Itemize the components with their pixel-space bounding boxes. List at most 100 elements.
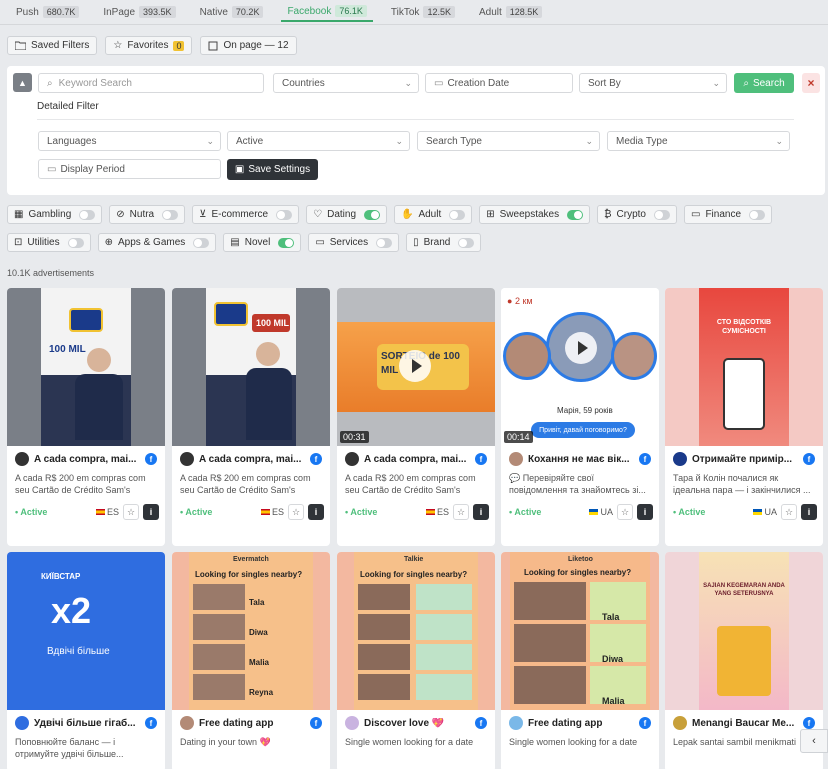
ad-description: Single women looking for a date bbox=[345, 737, 474, 747]
category-adult[interactable]: ✋ Adult bbox=[394, 205, 473, 224]
category-finance[interactable]: ▭ Finance bbox=[683, 205, 773, 224]
ad-title[interactable]: Free dating app bbox=[528, 718, 634, 729]
info-button[interactable]: i bbox=[143, 504, 159, 520]
favorite-button[interactable]: ☆ bbox=[123, 504, 139, 520]
category-gambling[interactable]: ▦ Gambling bbox=[7, 205, 103, 224]
tab-adult[interactable]: Adult 128.5K bbox=[473, 3, 548, 21]
info-button[interactable]: i bbox=[308, 504, 324, 520]
ad-creative[interactable]: SORTEIO de 100 MIL 00:31 bbox=[337, 288, 495, 446]
toggle-switch[interactable] bbox=[749, 209, 766, 220]
category-nutra[interactable]: ⊘ Nutra bbox=[109, 205, 186, 224]
geo-label: UA bbox=[589, 507, 613, 517]
status-badge: • Active bbox=[509, 507, 542, 517]
creative-image: 100 MIL bbox=[41, 288, 131, 446]
toggle-switch[interactable] bbox=[449, 209, 466, 220]
toggle-switch[interactable] bbox=[653, 209, 670, 220]
book-icon: ▤ bbox=[230, 237, 240, 248]
ad-title[interactable]: A cada compra, mai... bbox=[199, 454, 305, 465]
category-services[interactable]: ▭ Services bbox=[308, 233, 400, 252]
collapse-filter-button[interactable]: ▲ bbox=[13, 73, 32, 92]
category-utilities[interactable]: ⊡ Utilities bbox=[7, 233, 91, 252]
ad-card[interactable]: ● 2 км Марія, 59 років Привіт, давай пог… bbox=[501, 288, 659, 546]
countries-select[interactable]: Countries ⌄ bbox=[273, 73, 419, 93]
ad-creative[interactable]: 100 MIL bbox=[172, 288, 330, 446]
tab-tiktok[interactable]: TikTok 12.5K bbox=[385, 3, 461, 21]
ad-card[interactable]: 100 MIL A cada compra, mai... f A cada R… bbox=[7, 288, 165, 546]
category-novel[interactable]: ▤ Novel bbox=[223, 233, 302, 252]
geo-label: ES bbox=[260, 507, 284, 517]
ad-creative[interactable]: Talkie Looking for singles nearby? bbox=[337, 552, 495, 710]
ad-title[interactable]: A cada compra, mai... bbox=[364, 454, 470, 465]
search-button[interactable]: ⌕ Search bbox=[734, 73, 794, 93]
ad-creative[interactable]: 100 MIL bbox=[7, 288, 165, 446]
info-button[interactable]: i bbox=[473, 504, 489, 520]
ad-title[interactable]: Free dating app bbox=[199, 718, 305, 729]
tab-push[interactable]: Push 680.7K bbox=[10, 3, 85, 21]
toggle-switch[interactable] bbox=[278, 237, 295, 248]
toggle-switch[interactable] bbox=[567, 209, 584, 220]
display-period-input[interactable]: ▭ Display Period bbox=[38, 159, 221, 179]
toggle-switch[interactable] bbox=[364, 209, 380, 220]
favorites-button[interactable]: ☆ Favorites 0 bbox=[105, 36, 193, 55]
favorite-button[interactable]: ☆ bbox=[288, 504, 304, 520]
ad-footer: • Active ES ☆ i bbox=[337, 498, 495, 526]
ad-title[interactable]: Menangi Baucar Me... bbox=[692, 718, 798, 729]
category-brand[interactable]: ▯ Brand bbox=[406, 233, 482, 252]
play-button[interactable] bbox=[399, 350, 431, 382]
info-icon: i bbox=[314, 507, 318, 517]
ad-creative[interactable]: СТО ВІДСОТКІВ СУМІСНОСТІ bbox=[665, 288, 823, 446]
ad-card[interactable]: СТО ВІДСОТКІВ СУМІСНОСТІ Отримайте примі… bbox=[665, 288, 823, 546]
tab-facebook[interactable]: Facebook 76.1K bbox=[281, 2, 373, 22]
category-apps-games[interactable]: ⊕ Apps & Games bbox=[97, 233, 217, 252]
ad-card[interactable]: Evermatch Looking for singles nearby? Ta… bbox=[172, 552, 330, 769]
search-type-select[interactable]: Search Type ⌄ bbox=[417, 131, 600, 151]
ad-creative[interactable]: КИЇВСТАР x2 Вдвічі більше bbox=[7, 552, 165, 710]
ad-card[interactable]: 100 MIL A cada compra, mai... f A cada R… bbox=[172, 288, 330, 546]
category-ecommerce[interactable]: ⊻ E-commerce bbox=[192, 205, 300, 224]
toggle-switch[interactable] bbox=[162, 209, 179, 220]
ad-creative[interactable]: SAJIAN KEGEMARAN ANDA YANG SETERUSNYA bbox=[665, 552, 823, 710]
favorite-button[interactable]: ☆ bbox=[453, 504, 469, 520]
close-filter-button[interactable]: × bbox=[802, 73, 820, 93]
ad-title[interactable]: Discover love 💖 bbox=[364, 718, 470, 729]
ad-card[interactable]: Talkie Looking for singles nearby? Disco… bbox=[337, 552, 495, 769]
on-page-select[interactable]: On page — 12 bbox=[200, 36, 297, 55]
ad-card[interactable]: КИЇВСТАР x2 Вдвічі більше Удвічі більше … bbox=[7, 552, 165, 769]
save-settings-button[interactable]: ▣ Save Settings bbox=[227, 159, 318, 180]
play-button[interactable] bbox=[565, 332, 597, 364]
category-sweepstakes[interactable]: ⊞ Sweepstakes bbox=[479, 205, 591, 224]
info-button[interactable]: i bbox=[801, 504, 817, 520]
toggle-switch[interactable] bbox=[458, 237, 475, 248]
keyword-search-input[interactable]: ⌕ Keyword Search bbox=[38, 73, 264, 93]
category-crypto[interactable]: ₿ Crypto bbox=[597, 205, 677, 224]
geo-label: UA bbox=[753, 507, 777, 517]
creation-date-input[interactable]: ▭ Creation Date bbox=[425, 73, 573, 93]
tab-inpage[interactable]: InPage 393.5K bbox=[97, 3, 181, 21]
favorite-button[interactable]: ☆ bbox=[781, 504, 797, 520]
ad-title[interactable]: Удвічі більше гігаб... bbox=[34, 718, 140, 729]
toggle-switch[interactable] bbox=[79, 209, 96, 220]
toggle-switch[interactable] bbox=[276, 209, 293, 220]
category-dating[interactable]: ♡ Dating bbox=[306, 205, 387, 224]
media-type-select[interactable]: Media Type ⌄ bbox=[607, 131, 790, 151]
favorite-button[interactable]: ☆ bbox=[617, 504, 633, 520]
toggle-switch[interactable] bbox=[193, 237, 210, 248]
ad-creative[interactable]: Liketoo Looking for singles nearby? Tala… bbox=[501, 552, 659, 710]
info-button[interactable]: i bbox=[637, 504, 653, 520]
ad-title[interactable]: Кохання не має вік... bbox=[528, 454, 634, 465]
corner-widget-button[interactable]: ‹ bbox=[800, 729, 828, 753]
ad-title[interactable]: Отримайте примір... bbox=[692, 454, 798, 465]
ad-card[interactable]: Liketoo Looking for singles nearby? Tala… bbox=[501, 552, 659, 769]
sort-by-select[interactable]: Sort By ⌄ bbox=[579, 73, 727, 93]
ad-card[interactable]: SORTEIO de 100 MIL 00:31 A cada compra, … bbox=[337, 288, 495, 546]
active-select[interactable]: Active ⌄ bbox=[227, 131, 410, 151]
toggle-switch[interactable] bbox=[376, 237, 393, 248]
toggle-switch[interactable] bbox=[67, 237, 84, 248]
ad-creative[interactable]: Evermatch Looking for singles nearby? Ta… bbox=[172, 552, 330, 710]
tab-native[interactable]: Native 70.2K bbox=[194, 3, 270, 21]
saved-filters-button[interactable]: Saved Filters bbox=[7, 36, 98, 55]
ad-creative[interactable]: ● 2 км Марія, 59 років Привіт, давай пог… bbox=[501, 288, 659, 446]
languages-select[interactable]: Languages ⌄ bbox=[38, 131, 221, 151]
ad-title-row: A cada compra, mai... f bbox=[7, 446, 165, 472]
ad-title[interactable]: A cada compra, mai... bbox=[34, 454, 140, 465]
